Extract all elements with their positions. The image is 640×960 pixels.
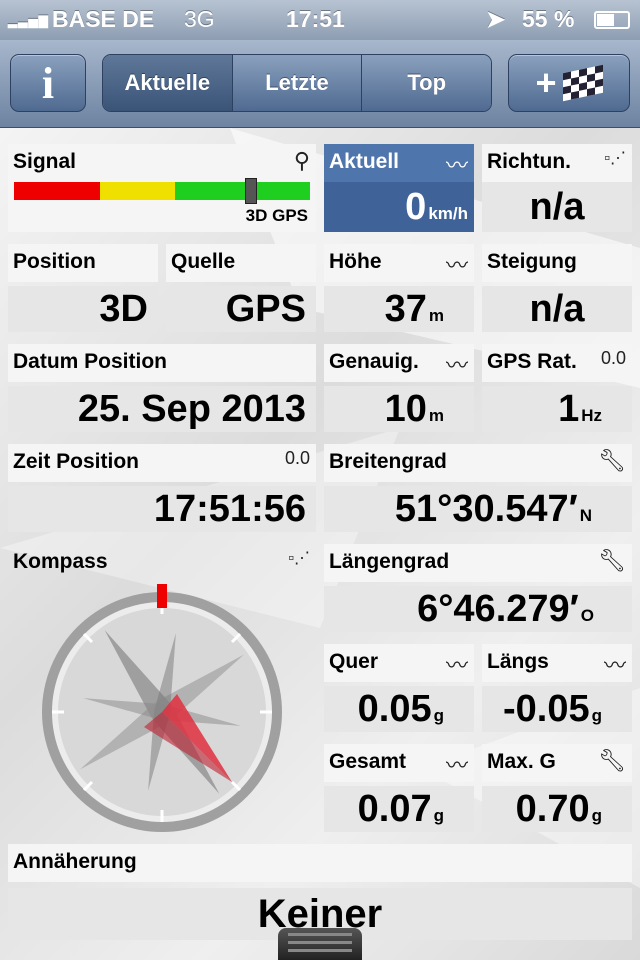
wrench-icon[interactable]: 🔧︎: [598, 748, 626, 774]
graph-icon: 〰: [445, 353, 468, 378]
signal-panel: Signal ⚲ 3D GPS: [8, 144, 316, 232]
battery-percent: 55 %: [522, 6, 575, 32]
toolbar: i Aktuelle Letzte Top +: [0, 40, 640, 128]
latitude-value: 51°30.547′ N: [324, 486, 632, 532]
heading-panel[interactable]: Richtun. ▫⋰ n/a: [482, 144, 632, 232]
lateral-panel[interactable]: Quer 〰 0.05 g: [324, 644, 474, 732]
gps-rate-badge: 0.0: [600, 348, 626, 368]
time-position-badge: 0.0: [284, 448, 310, 468]
max-g-panel[interactable]: Max. G 🔧︎ 0.70 g: [482, 744, 632, 832]
source-label: Quelle: [166, 244, 316, 282]
info-button[interactable]: i: [10, 54, 86, 112]
accuracy-value: 10 m: [324, 386, 474, 432]
location-arrow-icon: ➤: [486, 6, 506, 32]
graph-icon: 〰: [445, 753, 468, 778]
climb-label: Steigung: [482, 244, 632, 282]
signal-bar: [14, 182, 310, 200]
position-panel[interactable]: Position 3D: [8, 244, 158, 332]
add-label: +: [535, 62, 557, 103]
date-position-label: Datum Position: [8, 344, 316, 382]
signal-status: 3D GPS: [245, 206, 308, 225]
compass-panel[interactable]: Kompass ▫⋰: [8, 544, 316, 832]
view-tabs: Aktuelle Letzte Top: [102, 54, 492, 112]
climb-value: n/a: [482, 286, 632, 332]
status-bar: ▂▃▅▇ BASE DE 3G 17:51 ➤ 55 %: [0, 0, 640, 40]
time-position-panel[interactable]: Zeit Position 0.0 17:51:56: [8, 444, 316, 532]
date-position-panel[interactable]: Datum Position 25. Sep 2013: [8, 344, 316, 432]
compass-label: Kompass: [13, 550, 108, 573]
satellite-icon: ▫⋰: [604, 150, 626, 167]
graph-icon: 〰: [445, 153, 468, 178]
carrier: BASE DE: [52, 6, 155, 32]
graph-icon: 〰: [445, 653, 468, 678]
position-value: 3D: [8, 286, 158, 332]
signal-bars-icon: ▂▃▅▇: [8, 14, 49, 28]
gps-rate-panel[interactable]: GPS Rat. 0.0 1 Hz: [482, 344, 632, 432]
drawer-handle[interactable]: [278, 928, 362, 960]
checkered-flag-icon: [562, 64, 603, 102]
longitudinal-panel[interactable]: Längs 〰 -0.05 g: [482, 644, 632, 732]
latitude-label: Breitengrad: [324, 444, 632, 482]
latitude-panel[interactable]: Breitengrad 🔧︎ 51°30.547′ N: [324, 444, 632, 532]
longitudinal-value: -0.05 g: [482, 686, 632, 732]
heading-value: n/a: [482, 182, 632, 232]
max-g-value: 0.70 g: [482, 786, 632, 832]
altitude-value: 37 m: [324, 286, 474, 332]
date-position-value: 25. Sep 2013: [8, 386, 316, 432]
longitude-label: Längengrad: [324, 544, 632, 582]
total-g-panel[interactable]: Gesamt 〰 0.07 g: [324, 744, 474, 832]
network-type: 3G: [184, 6, 215, 32]
approach-panel[interactable]: Annäherung Keiner: [8, 844, 632, 940]
tab-aktuelle[interactable]: Aktuelle: [103, 55, 233, 111]
approach-label: Annäherung: [8, 844, 632, 882]
search-icon[interactable]: ⚲: [294, 148, 310, 174]
clock: 17:51: [286, 6, 345, 32]
tab-letzte[interactable]: Letzte: [232, 55, 363, 111]
graph-icon: 〰: [603, 653, 626, 678]
time-position-value: 17:51:56: [8, 486, 316, 532]
time-position-label: Zeit Position: [8, 444, 316, 482]
graph-icon: 〰: [445, 253, 468, 278]
longitude-panel[interactable]: Längengrad 🔧︎ 6°46.279′ O: [324, 544, 632, 632]
signal-level-marker: [244, 178, 257, 204]
satellite-icon: ▫⋰: [288, 550, 310, 567]
speed-value: 0 km/h: [324, 182, 474, 232]
source-panel[interactable]: Quelle GPS: [166, 244, 316, 332]
compass-dial: [42, 584, 282, 832]
tab-top[interactable]: Top: [362, 55, 491, 111]
accuracy-panel[interactable]: Genauig. 〰 10 m: [324, 344, 474, 432]
battery-icon: [594, 11, 630, 29]
speed-panel[interactable]: Aktuell 〰 0 km/h: [324, 144, 474, 232]
wrench-icon[interactable]: 🔧︎: [598, 548, 626, 574]
source-value: GPS: [166, 286, 316, 332]
add-button[interactable]: +: [508, 54, 630, 112]
lateral-value: 0.05 g: [324, 686, 474, 732]
gps-rate-value: 1 Hz: [482, 386, 632, 432]
longitude-value: 6°46.279′ O: [324, 586, 632, 632]
total-g-value: 0.07 g: [324, 786, 474, 832]
position-label: Position: [8, 244, 158, 282]
climb-panel[interactable]: Steigung n/a: [482, 244, 632, 332]
altitude-panel[interactable]: Höhe 〰 37 m: [324, 244, 474, 332]
wrench-icon[interactable]: 🔧︎: [598, 448, 626, 474]
